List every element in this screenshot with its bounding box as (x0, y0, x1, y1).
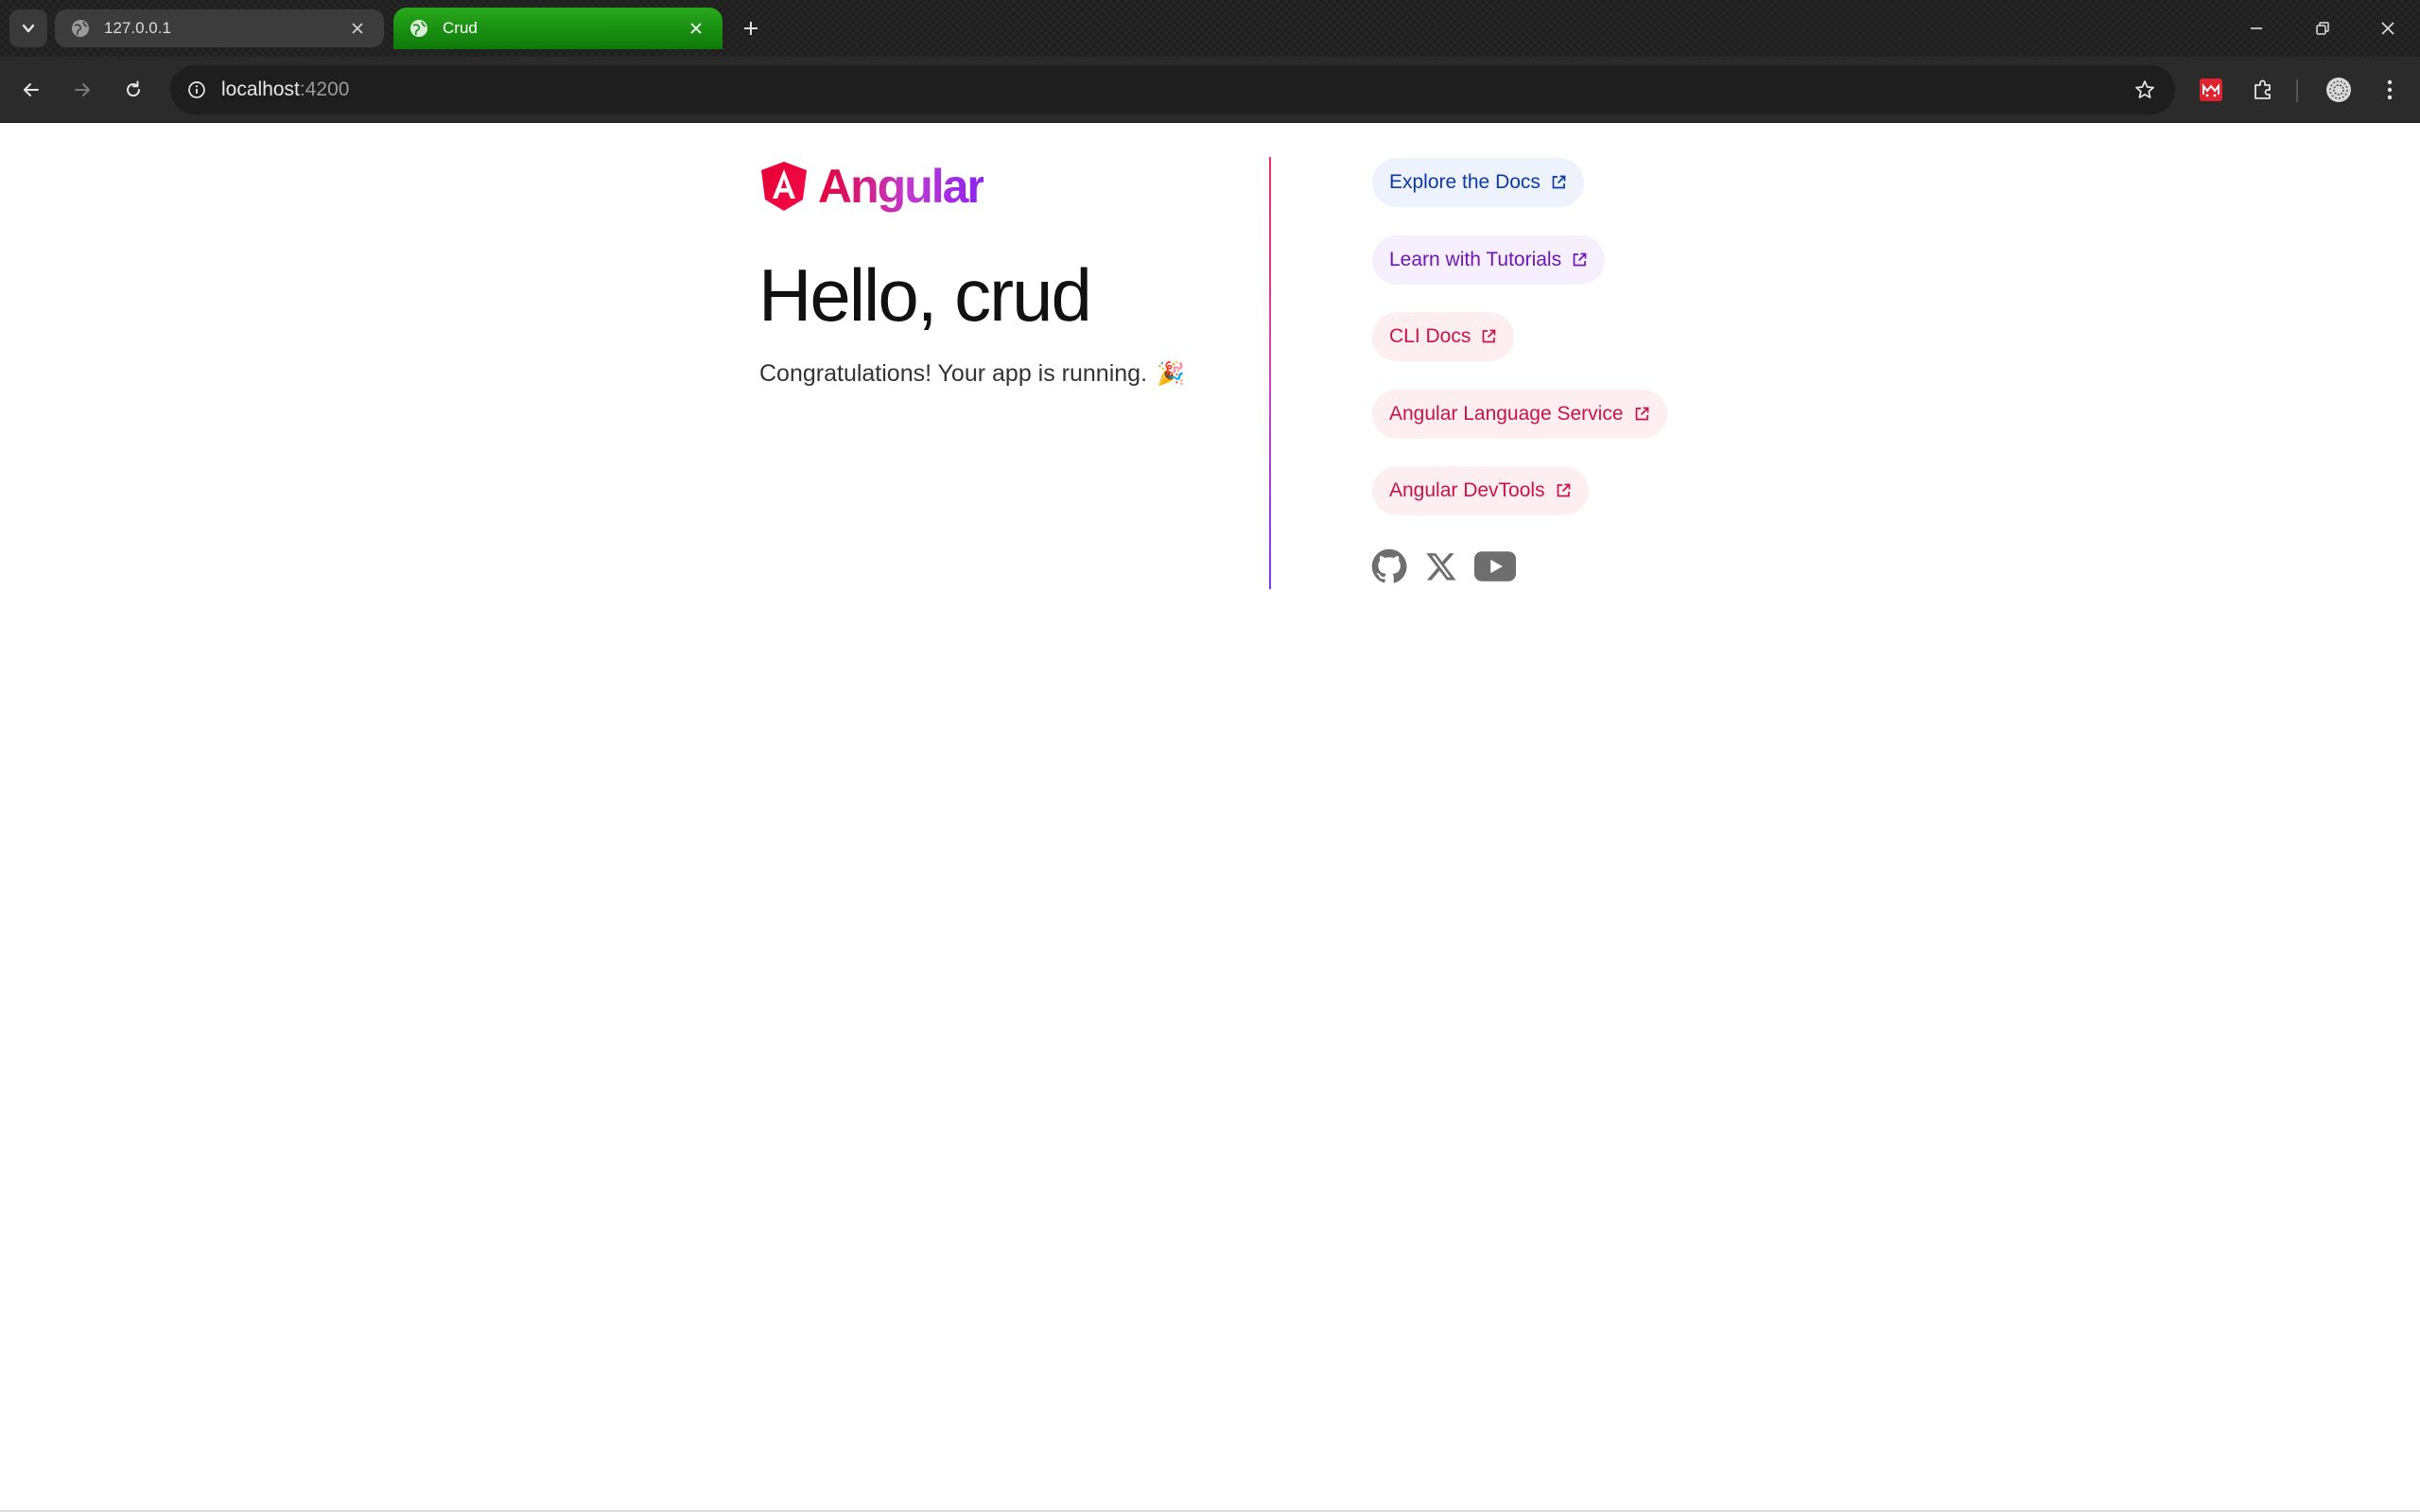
gradient-divider (1269, 157, 1271, 589)
globe-icon (410, 20, 427, 37)
plus-icon (744, 22, 757, 35)
close-icon (690, 23, 702, 34)
tab-crud[interactable]: Crud (393, 8, 723, 49)
devtools-link[interactable]: Angular DevTools (1372, 466, 1589, 515)
tab-title: Crud (443, 19, 478, 37)
site-info-button[interactable] (172, 65, 221, 114)
close-icon (352, 23, 363, 34)
link-label: Angular DevTools (1389, 479, 1545, 501)
external-link-icon (1557, 483, 1570, 497)
x-icon (1426, 553, 1456, 581)
forward-button[interactable] (63, 71, 101, 109)
chevron-down-icon (22, 24, 35, 33)
angular-shield-icon (761, 162, 807, 211)
cli-docs-link[interactable]: CLI Docs (1372, 312, 1515, 361)
external-link-icon (1483, 329, 1496, 343)
learn-tutorials-link[interactable]: Learn with Tutorials (1372, 235, 1606, 285)
page-content: Angular Hello, crud Congratulations! You… (0, 124, 2420, 1512)
minimize-button[interactable] (2236, 9, 2277, 47)
x-twitter-link[interactable] (1420, 547, 1462, 585)
url-text: localhost:4200 (221, 78, 349, 101)
github-link[interactable] (1368, 547, 1410, 585)
browser-toolbar: localhost:4200 (0, 57, 2420, 123)
external-link-icon (1573, 252, 1587, 267)
browser-menu-button[interactable] (2375, 75, 2405, 105)
external-link-icon (1552, 175, 1566, 189)
arrow-right-icon (75, 83, 90, 96)
address-bar[interactable]: localhost:4200 (170, 65, 2175, 114)
logo-text: Angular (818, 160, 985, 213)
angular-logo: Angular (759, 159, 985, 214)
link-label: CLI Docs (1389, 325, 1471, 347)
language-service-link[interactable]: Angular Language Service (1372, 390, 1667, 439)
arrow-left-icon (24, 83, 39, 96)
extension-logo-icon (2200, 78, 2222, 101)
more-vertical-icon (2387, 79, 2393, 100)
toolbar-separator (2296, 79, 2298, 102)
new-tab-button[interactable] (736, 13, 766, 43)
close-tab-button[interactable] (346, 17, 369, 40)
minimize-icon (2251, 27, 2262, 29)
profile-avatar[interactable] (2324, 75, 2354, 105)
extensions-menu-button[interactable] (2248, 75, 2278, 105)
puzzle-icon (2255, 79, 2271, 99)
youtube-icon (1474, 551, 1516, 582)
party-popper-icon: 🎉 (1157, 361, 1185, 387)
close-window-button[interactable] (2367, 9, 2409, 47)
link-label: Explore the Docs (1389, 171, 1541, 193)
url-host: localhost (221, 78, 300, 100)
star-icon (2135, 80, 2154, 99)
close-icon (2381, 22, 2394, 35)
reload-icon (127, 80, 141, 97)
tab-127[interactable]: 127.0.0.1 (55, 9, 384, 47)
external-link-icon (1635, 407, 1648, 421)
link-label: Angular Language Service (1389, 403, 1624, 425)
link-label: Learn with Tutorials (1389, 249, 1562, 270)
tab-title: 127.0.0.1 (104, 19, 171, 37)
extension-button[interactable] (2196, 75, 2226, 105)
restore-button[interactable] (2302, 9, 2343, 47)
github-icon (1371, 548, 1407, 583)
info-icon (188, 81, 205, 98)
restore-icon (2316, 22, 2329, 35)
youtube-link[interactable] (1474, 547, 1516, 585)
explore-docs-link[interactable]: Explore the Docs (1372, 158, 1584, 207)
page-heading: Hello, crud (758, 253, 1092, 337)
url-port: :4200 (299, 78, 350, 100)
tab-strip: 127.0.0.1 Crud (0, 0, 2420, 57)
reload-button[interactable] (114, 71, 152, 109)
subtitle: Congratulations! Your app is running. 🎉 (759, 360, 1185, 388)
subtitle-text: Congratulations! Your app is running. (759, 360, 1148, 387)
back-button[interactable] (12, 71, 50, 109)
bookmark-button[interactable] (2132, 77, 2158, 103)
avatar-icon (2326, 78, 2351, 102)
globe-icon (72, 20, 89, 37)
close-tab-button[interactable] (685, 17, 707, 40)
tab-search-button[interactable] (9, 9, 47, 47)
